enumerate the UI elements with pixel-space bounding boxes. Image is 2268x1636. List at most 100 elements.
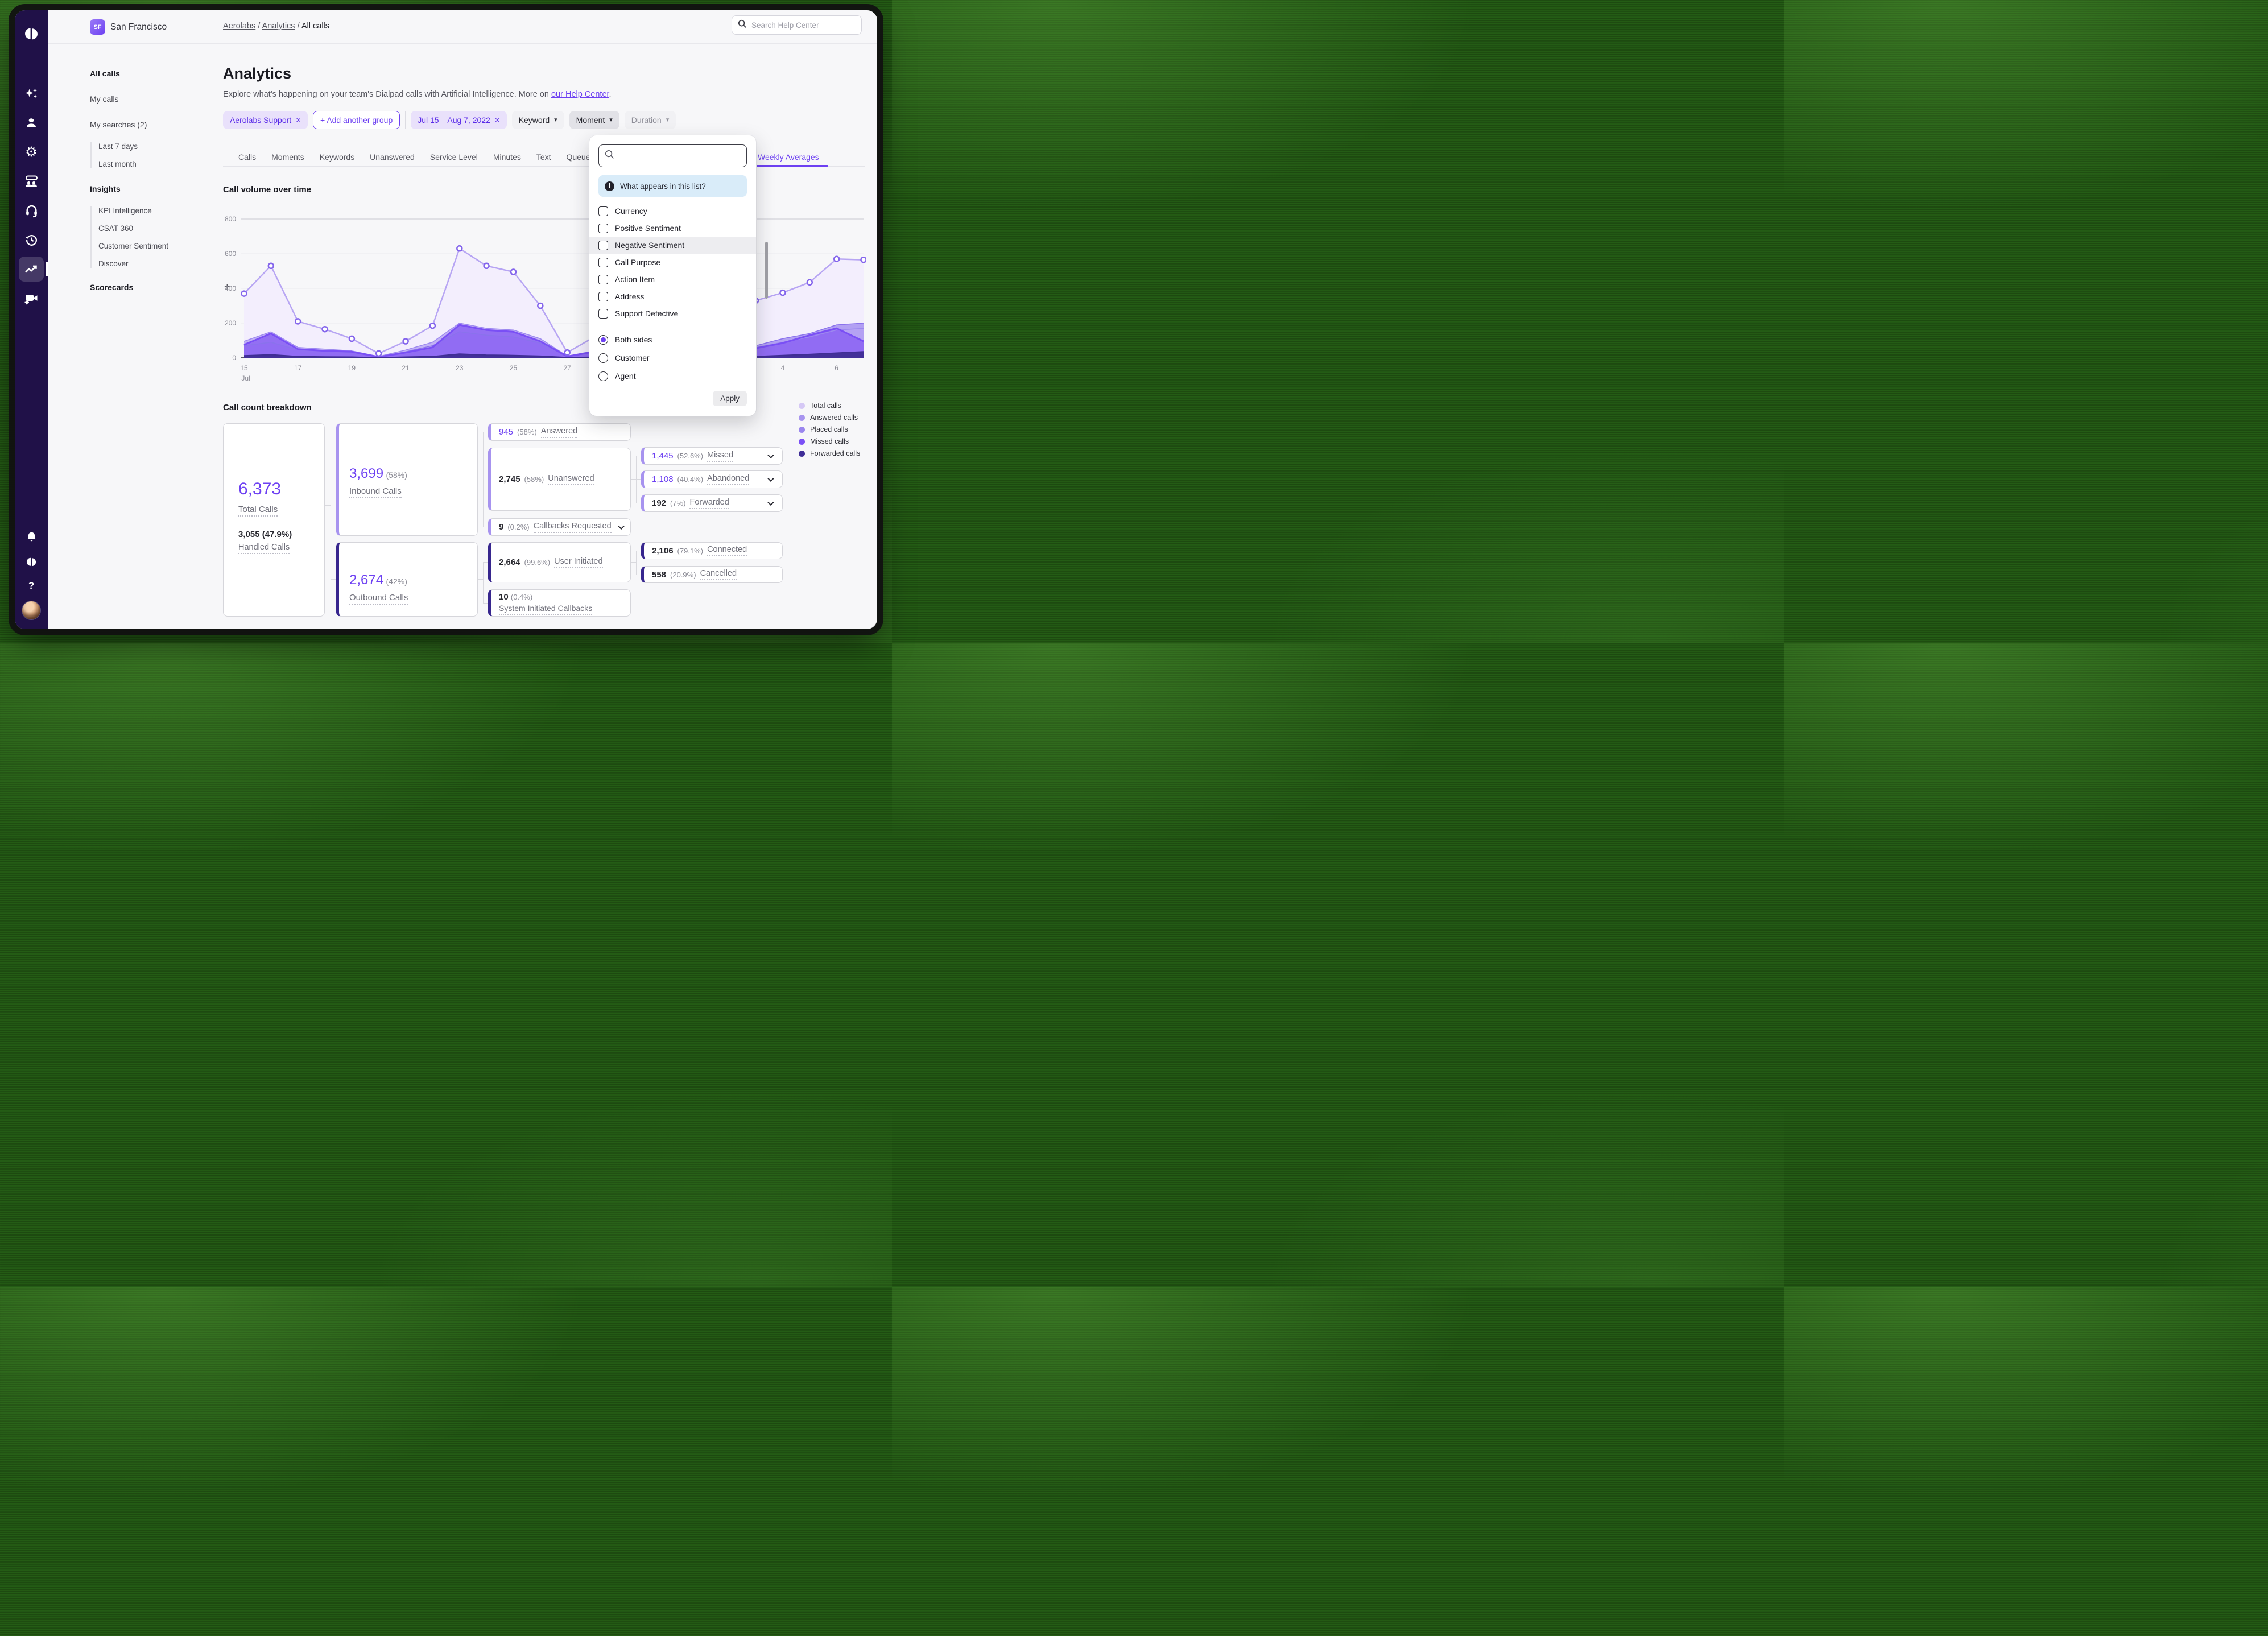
icon-rail: ⚙ ? — [15, 10, 48, 629]
tab-weekly-averages[interactable]: Weekly Averages — [758, 152, 819, 162]
close-icon[interactable]: × — [296, 116, 301, 125]
system-callbacks-pct: (0.4%) — [511, 593, 532, 601]
missed-node[interactable]: 1,445(52.6%)Missed — [641, 447, 783, 465]
legend-swatch — [799, 427, 805, 433]
help-center-link[interactable]: our Help Center — [551, 90, 609, 99]
outbound-calls-node[interactable]: 2,674 (42%) Outbound Calls — [336, 542, 478, 617]
coaching-teams-icon[interactable] — [15, 172, 48, 191]
checkbox-currency[interactable]: Currency — [589, 203, 756, 220]
help-icon[interactable]: ? — [15, 576, 48, 596]
cancelled-node[interactable]: 558(20.9%)Cancelled — [641, 566, 783, 583]
radio-icon[interactable] — [598, 353, 608, 363]
checkbox-icon[interactable] — [598, 224, 608, 233]
sidebar-section-scorecards[interactable]: Scorecards — [90, 283, 133, 292]
answered-node[interactable]: 945(58%)Answered — [488, 423, 631, 441]
radio-agent[interactable]: Agent — [589, 367, 756, 385]
legend-missed-calls[interactable]: Missed calls — [799, 437, 860, 445]
add-group-button[interactable]: + Add another group — [313, 111, 400, 129]
breadcrumb-aerolabs[interactable]: Aerolabs — [223, 22, 255, 31]
breadcrumb-analytics[interactable]: Analytics — [262, 22, 295, 31]
sidebar-item-kpi-intelligence[interactable]: KPI Intelligence — [98, 206, 168, 215]
dropdown-search[interactable] — [598, 144, 747, 167]
checkbox-icon[interactable] — [598, 241, 608, 250]
help-center-search[interactable] — [732, 15, 862, 35]
unanswered-label: Unanswered — [548, 474, 594, 485]
date-range-chip[interactable]: Jul 15 – Aug 7, 2022× — [411, 111, 506, 129]
user-initiated-node[interactable]: 2,664(99.6%)User Initiated — [488, 542, 631, 582]
checkbox-support-defective[interactable]: Support Defective — [589, 305, 756, 322]
radio-customer[interactable]: Customer — [589, 349, 756, 367]
history-icon[interactable] — [15, 230, 48, 249]
svg-text:800: 800 — [225, 215, 236, 223]
contact-center-headset-icon[interactable] — [15, 201, 48, 220]
chat-icon[interactable] — [15, 552, 48, 572]
unanswered-node[interactable]: 2,745(58%)Unanswered — [488, 448, 631, 511]
radio-icon[interactable] — [598, 371, 608, 381]
connector — [478, 579, 483, 580]
checkbox-icon[interactable] — [598, 292, 608, 301]
svg-text:6: 6 — [835, 364, 838, 372]
moment-filter-button[interactable]: Moment▾ — [569, 111, 619, 129]
page-subtitle: Explore what's happening on your team's … — [223, 90, 612, 99]
handled-calls-label: Handled Calls — [238, 543, 290, 554]
checkbox-icon[interactable] — [598, 206, 608, 216]
ai-sparkles-icon[interactable] — [15, 85, 48, 104]
keyword-filter-button[interactable]: Keyword▾ — [512, 111, 564, 129]
team-selector[interactable]: SF San Francisco — [48, 10, 203, 44]
sidebar-item-my-calls[interactable]: My calls — [90, 94, 119, 104]
apply-button[interactable]: Apply — [713, 391, 747, 406]
inbound-pct: (58%) — [386, 470, 407, 480]
connected-node[interactable]: 2,106(79.1%)Connected — [641, 542, 783, 559]
handled-calls-value: 3,055 (47.9%) — [238, 530, 324, 539]
call-volume-chart: 020040060080015Jul1719212325272931246 — [222, 212, 866, 382]
abandoned-node[interactable]: 1,108(40.4%)Abandoned — [641, 470, 783, 488]
callbacks-requested-node[interactable]: 9(0.2%)Callbacks Requested — [488, 518, 631, 536]
system-callbacks-node[interactable]: 10 (0.4%) System Initiated Callbacks — [488, 589, 631, 617]
duration-filter-button[interactable]: Duration▾ — [625, 111, 676, 129]
breadcrumb-separator: / — [298, 22, 301, 31]
checkbox-positive-sentiment[interactable]: Positive Sentiment — [589, 220, 756, 237]
sidebar-item-customer-sentiment[interactable]: Customer Sentiment — [98, 242, 168, 250]
connector — [483, 562, 484, 603]
contacts-icon[interactable] — [15, 113, 48, 133]
info-icon: i — [605, 181, 614, 191]
notifications-bell-icon[interactable] — [15, 527, 48, 547]
checkbox-address[interactable]: Address — [589, 288, 756, 305]
total-calls-node[interactable]: 6,373 Total Calls 3,055 (47.9%) Handled … — [223, 423, 325, 617]
user-avatar[interactable] — [22, 601, 40, 619]
checkbox-call-purpose[interactable]: Call Purpose — [589, 254, 756, 271]
close-icon[interactable]: × — [495, 116, 500, 125]
radio-both-sides[interactable]: Both sides — [589, 330, 756, 349]
group-filter-chip[interactable]: Aerolabs Support× — [223, 111, 308, 129]
checkbox-icon[interactable] — [598, 258, 608, 267]
settings-gear-icon[interactable]: ⚙ — [15, 143, 48, 162]
chart-scrollbar[interactable] — [765, 242, 768, 299]
sidebar-item-csat-360[interactable]: CSAT 360 — [98, 224, 168, 233]
inbound-calls-node[interactable]: 3,699 (58%) Inbound Calls — [336, 423, 478, 536]
sidebar-section-insights[interactable]: Insights — [90, 184, 121, 193]
legend-forwarded-calls[interactable]: Forwarded calls — [799, 449, 860, 457]
callbacks-label: Callbacks Requested — [534, 522, 612, 533]
checkbox-negative-sentiment[interactable]: Negative Sentiment — [589, 237, 756, 254]
checkbox-icon[interactable] — [598, 275, 608, 284]
checkbox-icon[interactable] — [598, 309, 608, 319]
sidebar-item-last-7-days[interactable]: Last 7 days — [98, 142, 138, 151]
help-search-input[interactable] — [751, 21, 856, 30]
forwarded-node[interactable]: 192(7%)Forwarded — [641, 494, 783, 512]
legend-total-calls[interactable]: Total calls — [799, 402, 860, 410]
info-banner[interactable]: i What appears in this list? — [598, 175, 747, 197]
checkbox-action-item[interactable]: Action Item — [589, 271, 756, 288]
legend-placed-calls[interactable]: Placed calls — [799, 425, 860, 433]
legend-answered-calls[interactable]: Answered calls — [799, 414, 860, 422]
saved-searches-group: Last 7 days Last month — [90, 142, 138, 168]
sidebar-item-discover[interactable]: Discover — [98, 259, 168, 268]
sidebar-item-all-calls[interactable]: All calls — [90, 69, 120, 78]
cancelled-label: Cancelled — [700, 569, 737, 580]
radio-icon-selected[interactable] — [598, 335, 608, 345]
callbacks-value: 9 — [499, 522, 503, 532]
analytics-trending-icon[interactable] — [15, 259, 48, 279]
dropdown-search-input[interactable] — [619, 151, 741, 160]
sidebar-item-last-month[interactable]: Last month — [98, 160, 138, 168]
video-settings-icon[interactable] — [15, 289, 48, 308]
sidebar-item-my-searches[interactable]: My searches (2) — [90, 120, 147, 129]
